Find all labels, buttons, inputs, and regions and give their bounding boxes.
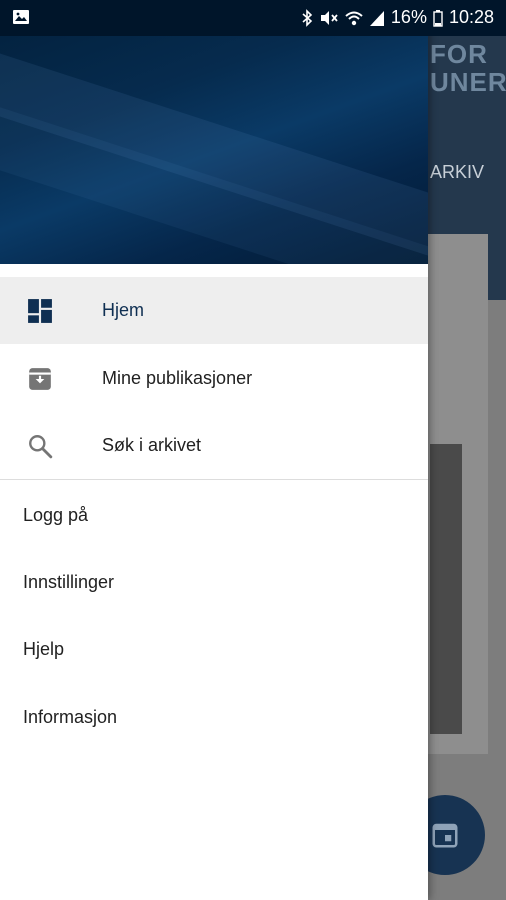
navigation-drawer: Hjem Mine publikasjoner Søk i arkivet Lo… [0, 0, 428, 900]
battery-icon [433, 9, 443, 27]
drawer-header [0, 0, 428, 264]
menu-item-label: Logg på [23, 504, 89, 525]
menu-item-label: Informasjon [23, 706, 118, 727]
menu-item-innstillinger[interactable]: Innstillinger [0, 549, 428, 615]
nav-item-sok-i-arkivet[interactable]: Søk i arkivet [0, 412, 428, 479]
dashboard-icon [26, 297, 54, 325]
search-icon [26, 432, 54, 460]
menu-item-label: Innstillinger [23, 571, 115, 592]
menu-item-informasjon[interactable]: Informasjon [0, 684, 428, 750]
nav-item-label: Hjem [102, 300, 145, 320]
menu-item-logg-pa[interactable]: Logg på [0, 482, 428, 548]
nav-item-label: Søk i arkivet [102, 435, 202, 455]
status-bar: 16% 10:28 [0, 0, 506, 36]
nav-item-hjem[interactable]: Hjem [0, 277, 428, 344]
calendar-icon [432, 823, 458, 848]
nav-item-label: Mine publikasjoner [102, 368, 253, 388]
background-title-fragment: FOR UNER [430, 39, 506, 97]
signal-icon [369, 10, 384, 26]
menu-item-hjelp[interactable]: Hjelp [0, 616, 428, 682]
image-icon [13, 10, 29, 24]
battery-percent: 16% [390, 7, 427, 27]
archive-download-icon [26, 365, 54, 393]
nav-item-mine-publikasjoner[interactable]: Mine publikasjoner [0, 345, 428, 412]
background-tab-arkiv: ARKIV [430, 162, 485, 182]
background-page-image [430, 444, 462, 734]
clock: 10:28 [448, 7, 494, 27]
divider [0, 479, 428, 480]
wifi-icon [345, 11, 363, 25]
menu-item-label: Hjelp [23, 638, 65, 659]
mute-icon [320, 10, 338, 25]
bluetooth-icon [302, 8, 313, 27]
